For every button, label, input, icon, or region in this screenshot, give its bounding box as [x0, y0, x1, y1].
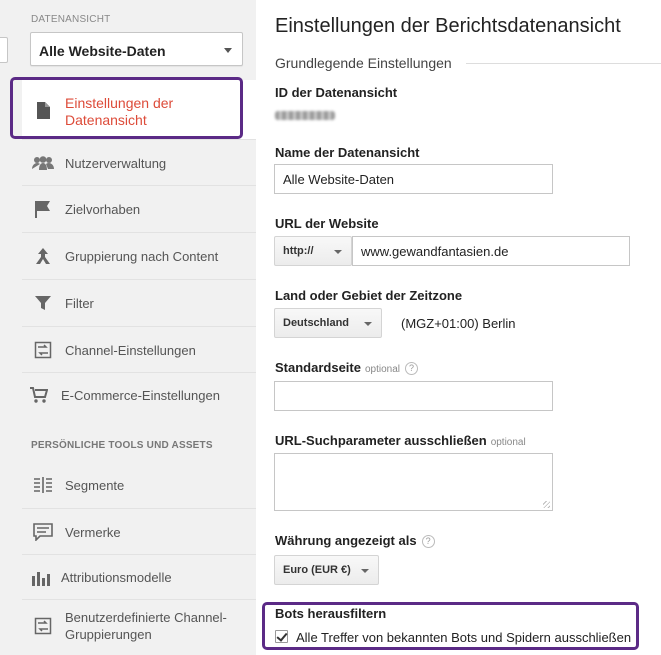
sidebar-item-segments[interactable]: Segmente [22, 462, 256, 509]
tools-section-label: PERSÖNLICHE TOOLS UND ASSETS [31, 440, 213, 451]
sidebar-item-label: Attributionsmodelle [61, 570, 172, 585]
sidebar-item-goals[interactable]: Zielvorhaben [22, 186, 256, 233]
sidebar-item-content-grouping[interactable]: Gruppierung nach Content [22, 233, 256, 280]
currency-label: Währung angezeigt als? [275, 533, 435, 548]
protocol-value: http:// [283, 245, 314, 257]
channel-icon [32, 339, 54, 361]
segments-icon [32, 474, 54, 496]
view-name-label: Name der Datenansicht [275, 145, 420, 160]
sidebar-item-label: Zielvorhaben [65, 202, 141, 217]
sidebar-item-ecommerce[interactable]: E-Commerce-Einstellungen [22, 373, 256, 419]
view-name-input[interactable]: Alle Website-Daten [274, 164, 553, 194]
chevron-down-icon [334, 250, 342, 254]
sidebar-item-label: Gruppierung nach Content [65, 249, 219, 264]
exclude-params-label: URL-Suchparameter ausschließen optional [275, 433, 526, 448]
view-selector[interactable]: Alle Website-Daten [30, 32, 243, 66]
sidebar-item-label: Channel-Einstellungen [65, 343, 196, 358]
users-icon [32, 152, 54, 174]
page-title: Einstellungen der Berichtsdatenansicht [275, 15, 621, 37]
timezone-label: Land oder Gebiet der Zeitzone [275, 288, 463, 303]
flag-icon [32, 198, 54, 220]
sidebar-item-users[interactable]: Nutzerverwaltung [22, 140, 256, 186]
channel-icon [32, 615, 54, 637]
cart-icon [28, 384, 50, 406]
view-id-value-redacted [275, 111, 335, 120]
sidebar-item-custom-channel-grouping[interactable]: Benutzerdefinierte Channel-Gruppierungen [22, 600, 256, 655]
view-selector-value: Alle Website-Daten [39, 43, 166, 59]
chevron-down-icon [224, 48, 232, 53]
filter-icon [32, 292, 54, 314]
help-icon[interactable]: ? [405, 362, 419, 375]
website-url-input[interactable]: www.gewandfantasien.de [352, 236, 630, 266]
sidebar-item-label: Nutzerverwaltung [65, 156, 167, 171]
section-divider [466, 63, 661, 64]
sidebar-item-attribution[interactable]: Attributionsmodelle [22, 555, 256, 600]
exclude-params-textarea[interactable] [274, 453, 553, 511]
chevron-down-icon [361, 569, 369, 573]
sidebar-item-annotations[interactable]: Vermerke [22, 509, 256, 555]
protocol-dropdown[interactable]: http:// [274, 236, 352, 266]
default-page-label: Standardseite optional? [275, 360, 419, 375]
country-dropdown[interactable]: Deutschland [274, 308, 382, 338]
sidebar-item-label: Segmente [65, 478, 125, 493]
content-grouping-icon [32, 245, 54, 267]
highlight-box-view-settings [10, 77, 243, 139]
sidebar-item-channel-settings[interactable]: Channel-Einstellungen [22, 327, 256, 373]
sidebar-item-label: E-Commerce-Einstellungen [61, 388, 220, 403]
sidebar-item-label: Vermerke [65, 525, 121, 540]
annotation-icon [32, 521, 54, 543]
main-panel: Einstellungen der Berichtsdatenansicht G… [256, 0, 661, 655]
default-page-label-text: Standardseite [275, 360, 361, 375]
sidebar-item-label: Filter [65, 296, 94, 311]
optional-tag: optional [490, 437, 526, 448]
resize-grip-icon[interactable] [543, 501, 550, 508]
currency-value: Euro (EUR €) [283, 564, 351, 576]
help-icon[interactable]: ? [421, 535, 435, 548]
view-id-label: ID der Datenansicht [275, 85, 398, 100]
country-value: Deutschland [283, 317, 350, 329]
timezone-dropdown[interactable]: (MGZ+01:00) Berlin [401, 316, 516, 331]
website-url-label: URL der Website [275, 216, 379, 231]
chevron-down-icon [364, 322, 372, 326]
view-section-label: DATENANSICHT [31, 14, 111, 25]
bar-chart-icon [30, 567, 52, 589]
highlight-box-bot-filter [262, 602, 639, 650]
sidebar-item-label: Benutzerdefinierte Channel-Gruppierungen [65, 610, 227, 642]
section-heading: Grundlegende Einstellungen [275, 55, 452, 71]
sidebar-item-filter[interactable]: Filter [22, 280, 256, 327]
collapsed-selector-stub[interactable] [0, 37, 8, 63]
default-page-input[interactable] [274, 381, 553, 411]
currency-dropdown[interactable]: Euro (EUR €) [274, 555, 379, 585]
optional-tag: optional [364, 364, 401, 375]
exclude-params-label-text: URL-Suchparameter ausschließen [275, 433, 487, 448]
currency-label-text: Währung angezeigt als [275, 533, 417, 548]
